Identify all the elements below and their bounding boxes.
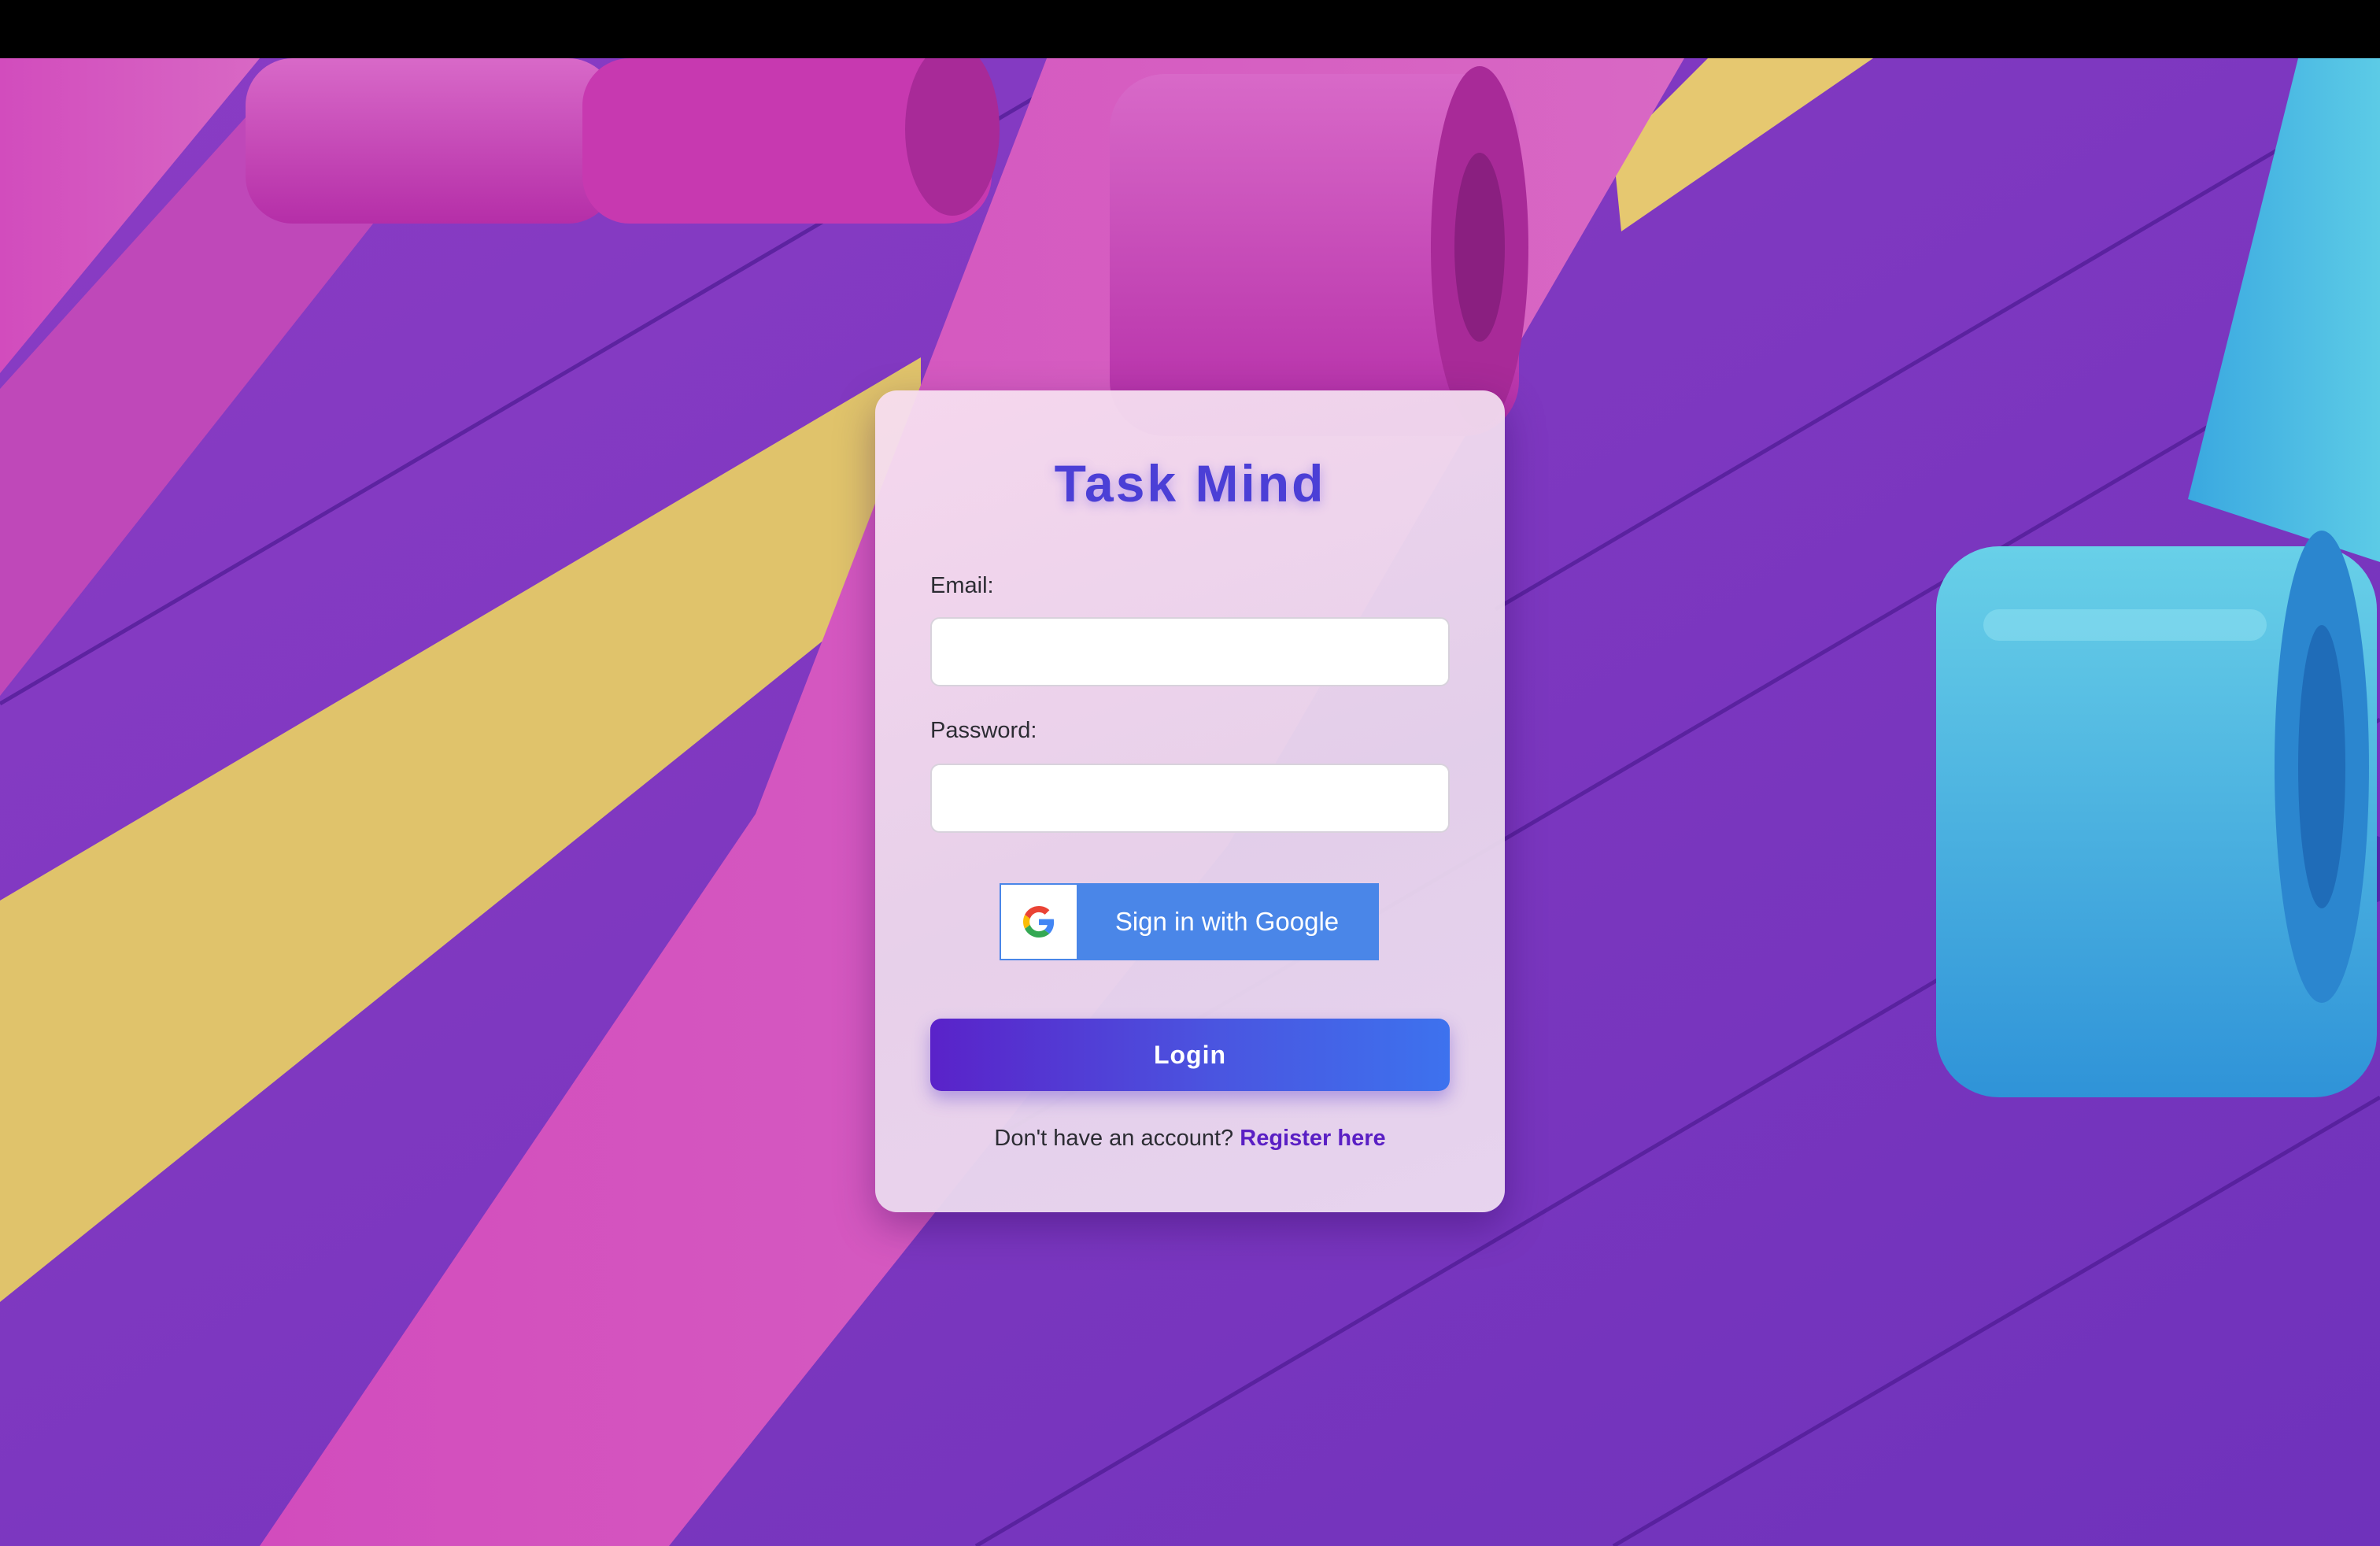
email-label: Email: <box>930 573 994 598</box>
password-input[interactable] <box>930 764 1450 833</box>
google-icon-container <box>1001 885 1077 959</box>
login-card: Task Mind Email: Password: Sign in with … <box>875 390 1505 1212</box>
password-label: Password: <box>930 718 1037 743</box>
google-signin-label: Sign in with Google <box>1114 907 1340 936</box>
app-title: Task Mind <box>1054 454 1326 512</box>
register-row: Don't have an account? Register here <box>875 1126 1505 1152</box>
login-button[interactable]: Login <box>930 1019 1450 1091</box>
top-black-bar <box>0 0 2380 58</box>
google-signin-button[interactable]: Sign in with Google <box>1000 883 1379 960</box>
email-input[interactable] <box>930 617 1450 686</box>
register-link[interactable]: Register here <box>1240 1126 1385 1151</box>
google-g-icon <box>1023 906 1055 938</box>
register-prompt: Don't have an account? <box>994 1126 1240 1151</box>
